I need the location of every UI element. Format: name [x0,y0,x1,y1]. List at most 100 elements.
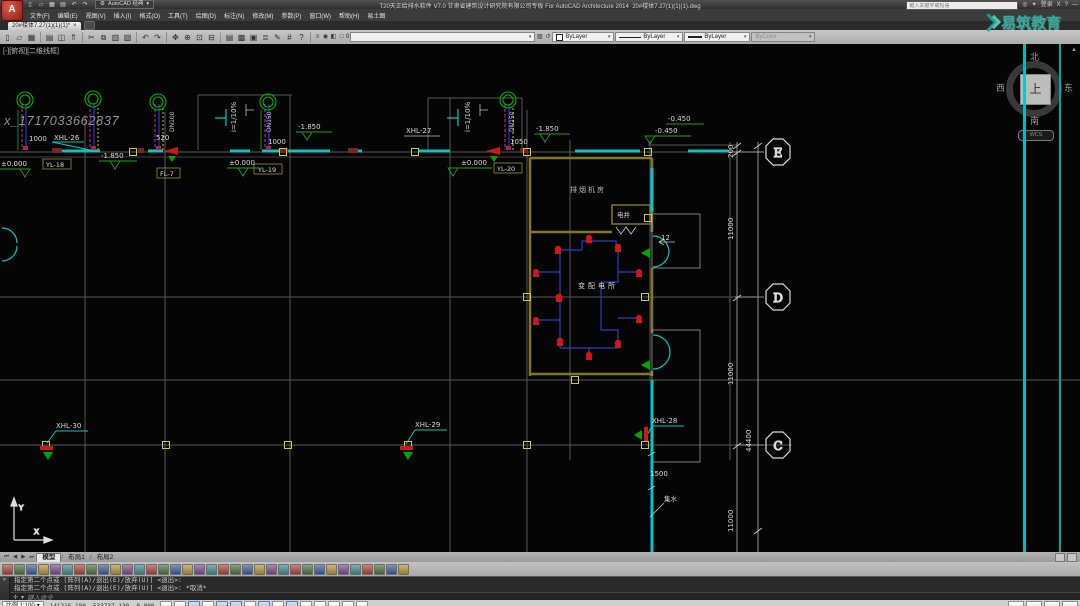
menu-view[interactable]: 视图(V) [82,11,110,20]
menu-dimension[interactable]: 标注(N) [220,11,248,20]
sign-in-label[interactable]: 登录 [1041,2,1053,9]
tz-tool-icon[interactable] [122,563,133,575]
minimize-button[interactable]: — [1072,2,1078,9]
tab-layout1[interactable]: 布局1 [63,553,90,562]
paste-icon[interactable] [110,32,121,43]
zoom-realtime-icon[interactable] [182,32,193,43]
open-icon[interactable] [14,32,25,43]
infer-constraints-toggle[interactable] [160,600,173,606]
help-icon[interactable]: ? [1065,2,1068,9]
layer-properties-icon[interactable] [314,33,321,42]
undo-icon[interactable] [140,32,151,43]
menu-plugin[interactable]: 易土图 [363,11,389,20]
grid-toggle[interactable] [188,600,201,606]
tz-tool-icon[interactable] [242,563,253,575]
tz-tool-icon[interactable] [362,563,373,575]
redo-icon[interactable] [152,32,163,43]
tray-button[interactable] [1026,600,1042,606]
color-dropdown[interactable]: ByLayer [552,32,615,42]
viewcube-north-label[interactable]: 北 [1030,50,1039,63]
tz-tool-icon[interactable] [86,563,97,575]
search-input[interactable] [907,2,1018,9]
transparency-toggle[interactable] [314,600,327,606]
layer-dropdown[interactable] [350,32,536,42]
tz-tool-icon[interactable] [206,563,217,575]
tz-tool-icon[interactable] [398,563,409,575]
linetype-dropdown[interactable]: ByLayer [615,32,684,42]
sheet-set-icon[interactable] [260,32,271,43]
ducs-toggle[interactable] [272,600,285,606]
lineweight-dropdown[interactable]: ByLayer [684,32,751,42]
tz-tool-icon[interactable] [326,563,337,575]
tz-tool-icon[interactable] [98,563,109,575]
tz-tool-icon[interactable] [218,563,229,575]
match-properties-icon[interactable] [122,32,133,43]
new-icon[interactable]: ▯ [26,1,34,9]
help-icon[interactable] [296,32,307,43]
tz-tool-icon[interactable] [350,563,361,575]
quickprops-toggle[interactable] [328,600,341,606]
tray-button[interactable] [1008,600,1024,606]
lineweight-toggle[interactable] [300,600,313,606]
scroll-up-arrow[interactable]: ▲ [1071,47,1077,53]
undo-icon[interactable]: ↶ [70,1,78,9]
make-layer-current-icon[interactable] [536,33,543,42]
tz-tool-icon[interactable] [314,563,325,575]
tz-tool-icon[interactable] [62,563,73,575]
redo-icon[interactable]: ↷ [81,1,89,9]
osnap3d-toggle[interactable] [244,600,257,606]
copy-icon[interactable] [98,32,109,43]
tz-tool-icon[interactable] [278,563,289,575]
menu-tools[interactable]: 工具(T) [164,11,192,20]
tz-tool-icon[interactable] [50,563,61,575]
drawing-canvas[interactable]: Y X ±0.000 ±0.000 ±0.000 -1.850 -1.850 -… [0,44,1080,552]
plot-preview-icon[interactable] [56,32,67,43]
tray-button[interactable] [1062,600,1078,606]
layout-button[interactable] [1055,552,1065,562]
tz-tool-icon[interactable] [14,563,25,575]
command-window-grip[interactable]: ✕ [0,577,10,600]
selection-cycling-toggle[interactable] [342,600,355,606]
layer-on-icon[interactable] [322,33,329,42]
menu-insert[interactable]: 插入(I) [110,11,136,20]
new-icon[interactable] [2,32,13,43]
quickcalc-icon[interactable] [284,32,295,43]
tz-tool-icon[interactable] [266,563,277,575]
zoom-previous-icon[interactable] [206,32,217,43]
viewcube-south-label[interactable]: 南 [1030,114,1039,127]
ortho-toggle[interactable] [202,600,215,606]
tz-tool-icon[interactable] [338,563,349,575]
tray-button[interactable] [1044,600,1060,606]
cut-icon[interactable] [86,32,97,43]
tz-tool-icon[interactable] [38,563,49,575]
tab-model[interactable]: 模型 [36,552,62,562]
workspace-switcher[interactable]: ⚙ AutoCAD 经典 ▾ [95,0,155,9]
design-center-icon[interactable] [236,32,247,43]
snap-toggle[interactable] [174,600,187,606]
tz-tool-icon[interactable] [146,563,157,575]
command-window[interactable]: ✕ 指定第二个点或 [阵列(A)/退出(E)/放弃(U)] <退出>: 指定第二… [0,576,1080,602]
viewcube-east-label[interactable]: 东 [1064,81,1073,94]
tz-tool-icon[interactable] [230,563,241,575]
close-icon[interactable]: × [73,22,77,30]
publish-icon[interactable] [68,32,79,43]
menu-parametric[interactable]: 参数(P) [277,11,305,20]
menu-help[interactable]: 帮助(H) [335,11,363,20]
open-icon[interactable]: ▱ [37,1,45,9]
tz-tool-icon[interactable] [194,563,205,575]
layer-lock-icon[interactable] [338,33,345,42]
prev-tab-icon[interactable]: ◀ [11,554,19,560]
layout-button[interactable] [1067,552,1077,562]
tz-tool-icon[interactable] [290,563,301,575]
file-tab-active[interactable]: 20#楼体7.27(1)(1)(1)* × [8,22,81,30]
osnap-toggle[interactable] [230,600,243,606]
layer-previous-icon[interactable] [544,33,551,42]
user-icon[interactable]: ✦ [1032,2,1037,9]
tz-tool-icon[interactable] [74,563,85,575]
otrack-toggle[interactable] [258,600,271,606]
zoom-window-icon[interactable] [194,32,205,43]
layer-freeze-icon[interactable] [330,33,337,42]
tz-tool-icon[interactable] [386,563,397,575]
save-icon[interactable]: ▦ [48,1,56,9]
tz-tool-icon[interactable] [158,563,169,575]
